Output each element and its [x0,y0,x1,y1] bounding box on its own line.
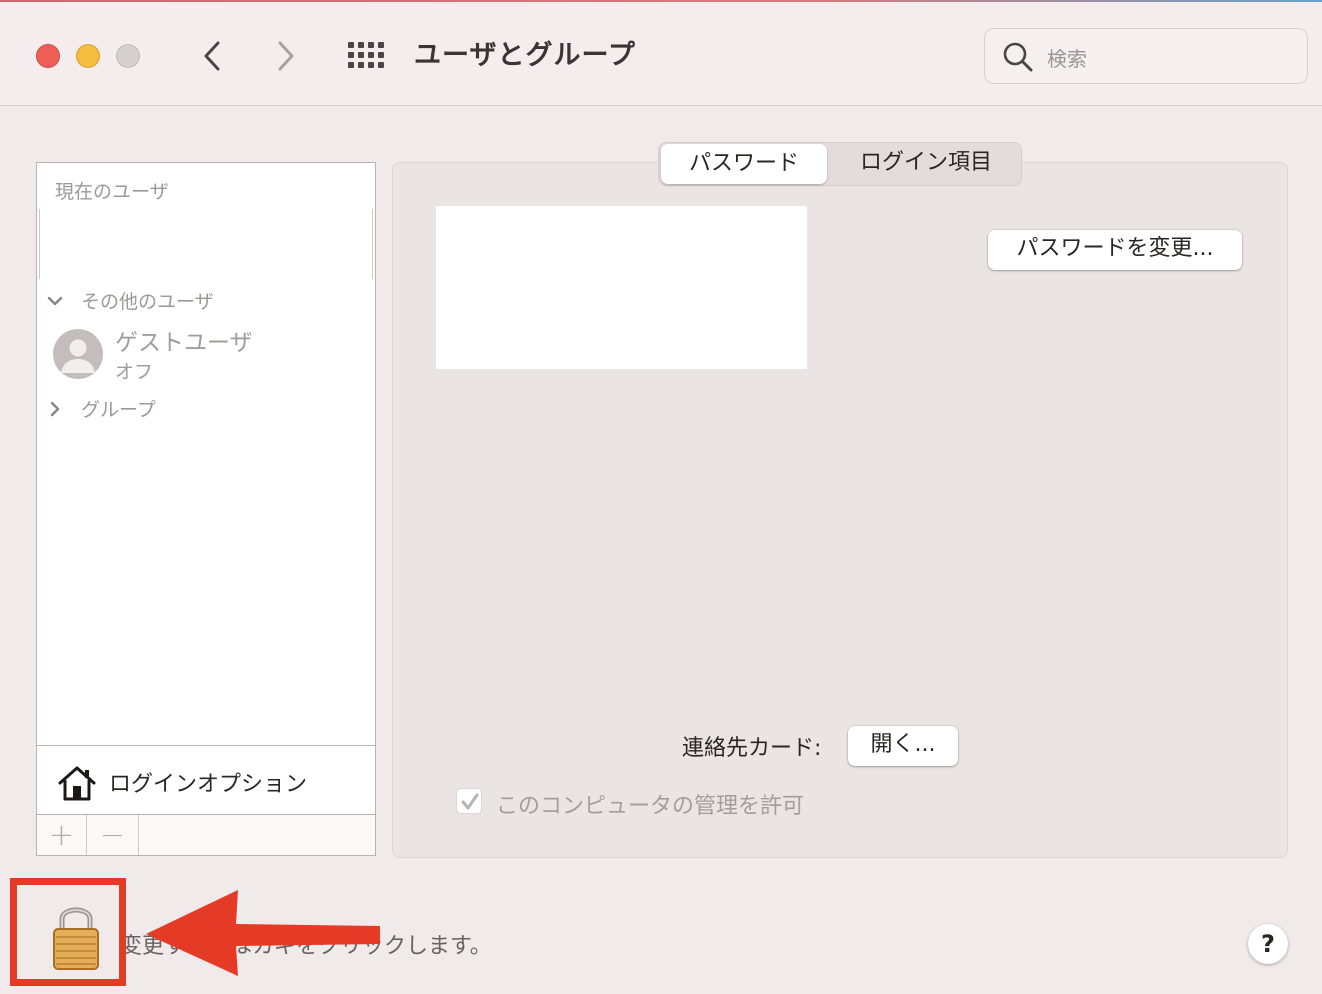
admin-checkbox[interactable] [456,788,482,814]
home-icon [58,766,96,801]
chevron-right-icon [278,41,294,71]
show-all-grid-button[interactable] [346,40,386,72]
admin-checkbox-label: このコンピュータの管理を許可 [496,794,805,819]
tab-password[interactable]: パスワード [661,144,827,184]
lock-icon[interactable] [51,901,101,973]
add-user-button[interactable]: + [37,815,87,855]
groups-header: グループ [81,399,156,421]
contact-card-label: 連絡先カード: [682,736,822,761]
current-users-header: 現在のユーザ [55,181,169,203]
guest-user-status: オフ [115,361,154,383]
minimize-icon[interactable] [76,44,100,68]
current-user-row[interactable] [39,209,373,279]
change-password-button[interactable]: パスワードを変更... [988,230,1242,270]
other-users-header: その他のユーザ [81,291,214,313]
close-icon[interactable] [36,44,60,68]
tab-bar: パスワード ログイン項目 [658,142,1022,186]
lock-highlight-box [10,878,126,986]
chevron-right-icon[interactable] [45,399,65,419]
search-placeholder: 検索 [1047,47,1087,71]
chevron-left-icon [204,41,220,71]
help-button[interactable]: ? [1248,924,1288,964]
system-preferences-window: ユーザとグループ 検索 現在のユーザ その他のユーザ ゲストユーザ オフ グルー… [0,0,1322,994]
checkmark-icon [461,793,479,810]
sidebar-button-bar: + − [37,815,375,855]
zoom-icon[interactable] [116,44,140,68]
login-options-row[interactable]: ログインオプション [37,745,375,815]
open-contact-button[interactable]: 開く... [848,726,958,766]
guest-user-name[interactable]: ゲストユーザ [115,323,253,357]
back-button[interactable] [194,36,230,76]
user-photo-area [436,206,807,369]
chevron-down-icon[interactable] [45,291,65,311]
login-options-label: ログインオプション [109,772,308,797]
remove-user-button[interactable]: − [87,815,139,855]
titlebar: ユーザとグループ 検索 [0,2,1322,106]
users-sidebar: 現在のユーザ その他のユーザ ゲストユーザ オフ グループ ログインオプション … [36,162,376,856]
window-title: ユーザとグループ [414,40,636,71]
tab-login-items[interactable]: ログイン項目 [833,143,1019,185]
user-avatar-icon [53,329,103,379]
arrow-icon [146,890,380,976]
search-icon [1003,42,1033,72]
forward-button[interactable] [268,36,304,76]
search-field[interactable]: 検索 [984,28,1308,84]
